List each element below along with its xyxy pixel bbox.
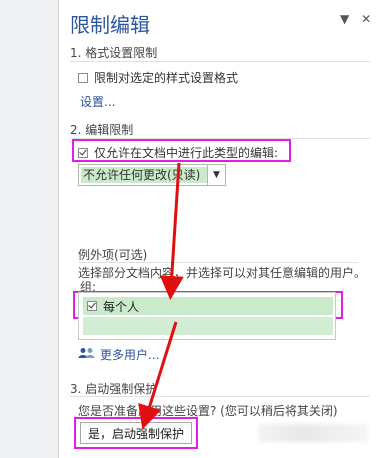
section-enforce-title: 3. 启动强制保护 [70, 382, 158, 396]
groups-list[interactable]: 每个人 [78, 292, 336, 340]
group-item-label: 每个人 [103, 299, 140, 314]
pane-title: 限制编辑 [70, 13, 150, 37]
pane-divider [58, 0, 59, 458]
divider [70, 61, 370, 62]
restrict-formatting-checkbox[interactable] [78, 72, 88, 83]
restrict-formatting-label: 限制对选定的样式设置格式 [94, 71, 239, 85]
chevron-down-icon[interactable]: ▼ [340, 12, 349, 26]
section-editing-title: 2. 编辑限制 [70, 123, 134, 137]
group-item-everyone[interactable]: 每个人 [83, 297, 333, 315]
exceptions-title: 例外项(可选) [78, 248, 148, 262]
group-everyone-checkbox[interactable] [87, 301, 97, 311]
divider [70, 396, 370, 397]
close-icon[interactable]: ✕ [361, 12, 371, 26]
start-enforcing-button[interactable]: 是，启动强制保护 [80, 422, 192, 444]
restrict-formatting-option[interactable]: 限制对选定的样式设置格式 [78, 69, 238, 86]
exceptions-description: 选择部分文档内容，并选择可以对其任意编辑的用户。 [78, 266, 367, 280]
more-users-link[interactable]: 更多用户... [100, 346, 159, 363]
users-icon [78, 348, 95, 358]
allow-editing-type-option[interactable]: 仅允许在文档中进行此类型的编辑: [78, 144, 278, 161]
list-empty-row [83, 317, 333, 335]
editing-type-select[interactable]: 不允许任何更改(只读) ▼ [78, 164, 226, 186]
allow-editing-type-label: 仅允许在文档中进行此类型的编辑: [94, 146, 279, 160]
section-formatting-title: 1. 格式设置限制 [70, 46, 158, 60]
editing-type-value: 不允许任何更改(只读) [81, 167, 208, 183]
allow-editing-type-checkbox[interactable] [78, 147, 88, 158]
watermark-blur [258, 424, 368, 442]
formatting-settings-link[interactable]: 设置... [80, 93, 115, 110]
document-area-strip [0, 0, 58, 458]
divider [78, 262, 358, 263]
dropdown-arrow-icon[interactable]: ▼ [207, 165, 225, 185]
